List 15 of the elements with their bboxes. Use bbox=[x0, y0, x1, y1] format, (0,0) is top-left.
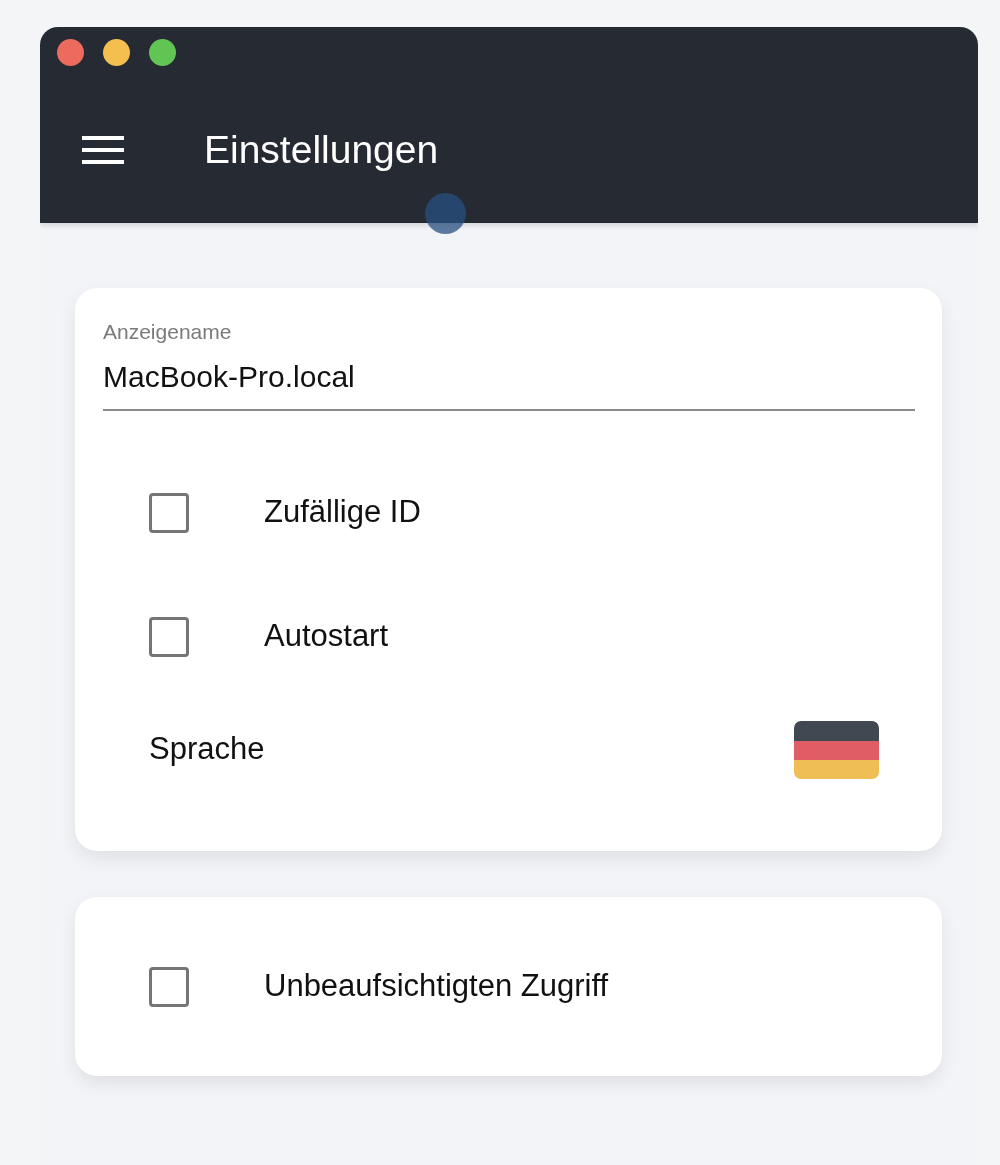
minimize-button[interactable] bbox=[103, 39, 130, 66]
close-button[interactable] bbox=[57, 39, 84, 66]
zoom-button[interactable] bbox=[149, 39, 176, 66]
option-label: Unbeaufsichtigten Zugriff bbox=[264, 967, 609, 1006]
window-title: Einstellungen bbox=[204, 127, 439, 173]
name-field[interactable]: Anzeigename MacBook-Pro.local bbox=[103, 316, 915, 411]
flag-icon[interactable] bbox=[794, 720, 879, 779]
checkbox[interactable] bbox=[149, 492, 189, 533]
language-label: Sprache bbox=[149, 730, 265, 769]
menu-icon[interactable] bbox=[82, 136, 124, 165]
option-label: Autostart bbox=[264, 617, 389, 656]
checkbox[interactable] bbox=[149, 616, 189, 657]
checkbox[interactable] bbox=[149, 966, 189, 1007]
field-label: Anzeigename bbox=[103, 319, 233, 345]
option-label: Zufällige ID bbox=[264, 493, 421, 532]
